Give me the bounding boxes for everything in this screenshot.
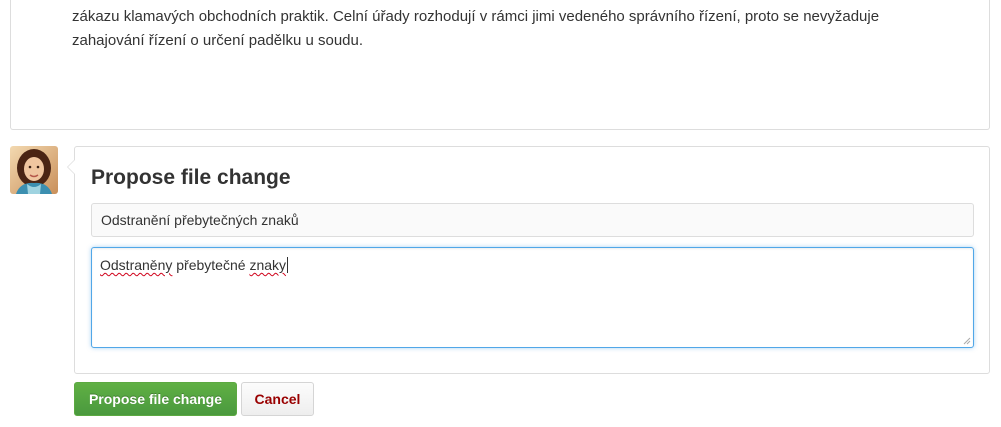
preview-line: zahajování řízení o určení padělku u sou… (72, 32, 364, 49)
description-word: přebytečné (172, 257, 250, 273)
file-preview-text: zákazu klamavých obchodních praktik. Cel… (72, 5, 952, 53)
preview-line: zákazu klamavých obchodních praktik. Cel… (72, 8, 880, 25)
form-title: Propose file change (91, 166, 291, 189)
form-pointer-arrow (67, 159, 75, 175)
commit-summary-input[interactable]: Odstranění přebytečných znaků (91, 203, 974, 237)
cancel-button[interactable]: Cancel (241, 382, 314, 416)
file-preview-panel: zákazu klamavých obchodních praktik. Cel… (10, 0, 990, 130)
propose-file-change-button[interactable]: Propose file change (74, 382, 237, 416)
avatar-photo (10, 146, 58, 194)
description-word: znaky (249, 257, 287, 273)
resize-handle-icon[interactable] (963, 337, 971, 345)
text-caret (287, 257, 289, 273)
user-avatar[interactable] (10, 146, 58, 194)
commit-description-textarea[interactable]: Odstraněny přebytečné znaky (91, 247, 974, 348)
description-word: Odstraněny (100, 257, 173, 273)
propose-change-form: Propose file change Odstranění přebytečn… (67, 146, 990, 374)
